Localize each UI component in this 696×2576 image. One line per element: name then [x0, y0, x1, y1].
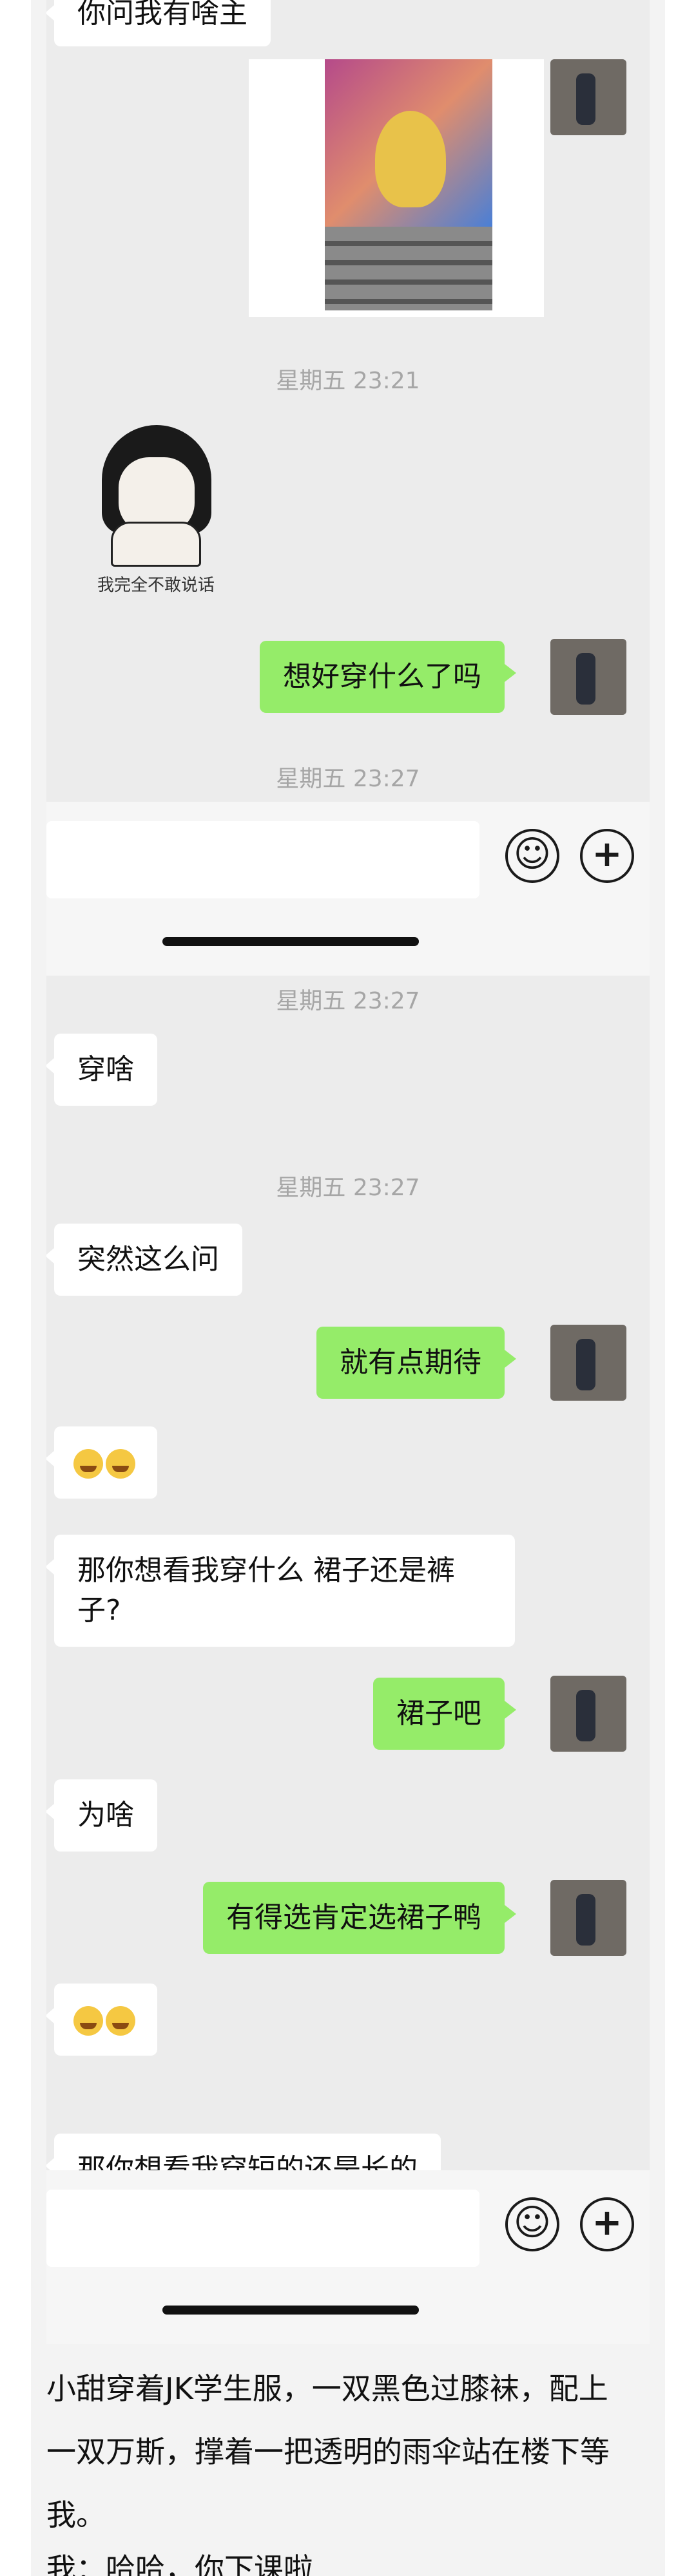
incoming-message[interactable]: 你问我有啥主 [46, 0, 271, 46]
chat-screenshot-1: 你问我有啥主 星期五 23:21 我完全不敢说话 想好穿什么了吗 星期五 23:… [46, 0, 650, 802]
message-text: 为啥 [77, 1799, 134, 1832]
message-text: 就有点期待 [340, 1346, 481, 1379]
article-paragraph: 我：哈哈，你下课啦 [46, 2537, 639, 2576]
message-text: 裙子吧 [396, 1697, 481, 1730]
message-text: 你问我有啥主 [77, 0, 247, 30]
message-input[interactable] [46, 2190, 479, 2267]
article-line: 我：哈哈，你下课啦 [46, 2552, 313, 2576]
emoji-message[interactable] [46, 1426, 157, 1499]
message-text: 那你想看我穿什么 裙子还是裤 [77, 1554, 455, 1587]
article-line: 一双万斯，撑着一把透明的雨伞站在楼下等 [46, 2434, 610, 2469]
pikachu-photo [325, 59, 492, 227]
laughing-emoji-icon [73, 2006, 103, 2036]
sticker-caption: 我完全不敢说话 [97, 576, 215, 595]
emoji-icon[interactable]: ☺ [505, 2197, 559, 2251]
laughing-emoji-icon [106, 2006, 135, 2036]
incoming-message[interactable]: 那你想看我穿短的还是长的 [46, 2134, 441, 2170]
home-indicator [162, 937, 419, 946]
timestamp: 星期五 23:27 [276, 988, 420, 1014]
timestamp: 星期五 23:27 [276, 1175, 420, 1201]
avatar[interactable] [550, 639, 626, 715]
plus-icon[interactable]: + [580, 2197, 634, 2251]
laughing-emoji-icon [73, 1449, 103, 1479]
message-text: 有得选肯定选裙子鸭 [226, 1901, 481, 1934]
avatar-figure [576, 1690, 595, 1741]
incoming-message[interactable]: 为啥 [46, 1779, 157, 1852]
pikachu-figure [375, 111, 446, 207]
message-text: 穿啥 [77, 1053, 134, 1086]
article-line: 小甜穿着JK学生服，一双黑色过膝袜，配上 [46, 2371, 608, 2406]
message-text: 突然这么问 [77, 1243, 219, 1276]
incoming-message[interactable]: 突然这么问 [46, 1224, 242, 1296]
message-text: 子? [77, 1594, 121, 1627]
outgoing-message[interactable]: 有得选肯定选裙子鸭 [203, 1882, 516, 1954]
avatar[interactable] [550, 1325, 626, 1401]
avatar[interactable] [550, 1880, 626, 1956]
stairs-image [325, 227, 492, 310]
message-text: 想好穿什么了吗 [283, 660, 481, 693]
avatar-figure [576, 653, 595, 705]
sticker-body [111, 522, 201, 567]
input-bar: ☺ + [46, 2170, 650, 2344]
avatar-figure [576, 1894, 595, 1946]
emoji-icon[interactable]: ☺ [505, 829, 559, 883]
emoji-message[interactable] [46, 1984, 157, 2056]
message-input[interactable] [46, 821, 479, 898]
laughing-emoji-icon [106, 1449, 135, 1479]
meme-sticker[interactable]: 我完全不敢说话 [72, 425, 240, 599]
avatar[interactable] [550, 59, 626, 135]
incoming-message[interactable]: 穿啥 [46, 1034, 157, 1106]
outgoing-message[interactable]: 想好穿什么了吗 [260, 641, 516, 713]
incoming-message[interactable]: 那你想看我穿什么 裙子还是裤 子? [46, 1535, 515, 1647]
avatar-figure [576, 1339, 595, 1390]
chat-screenshot-2: 星期五 23:27 穿啥 星期五 23:27 突然这么问 就有点期待 那你想看我… [46, 976, 650, 2170]
home-indicator [162, 2306, 419, 2315]
avatar[interactable] [550, 1676, 626, 1752]
outgoing-message[interactable]: 就有点期待 [316, 1327, 516, 1399]
message-text: 那你想看我穿短的还是长的 [77, 2153, 418, 2170]
input-bar: ☺ + [46, 802, 650, 976]
image-message[interactable] [249, 59, 544, 317]
plus-icon[interactable]: + [580, 829, 634, 883]
timestamp: 星期五 23:27 [276, 766, 420, 792]
outgoing-message[interactable]: 裙子吧 [373, 1678, 516, 1750]
article-paragraph: 小甜穿着JK学生服，一双黑色过膝袜，配上 一双万斯，撑着一把透明的雨伞站在楼下等… [46, 2357, 639, 2546]
timestamp: 星期五 23:21 [276, 368, 420, 394]
avatar-figure [576, 73, 595, 125]
